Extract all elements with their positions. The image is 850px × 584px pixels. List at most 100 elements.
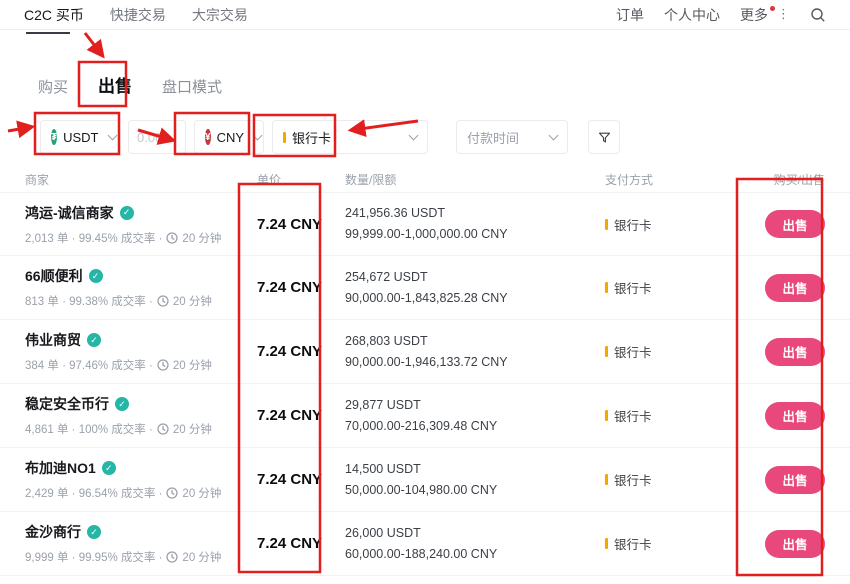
payment-method-label: 银行卡 [614,278,652,297]
verified-badge-icon: ✓ [115,397,129,411]
nav-left: C2C 买币 快捷交易 大宗交易 [24,5,248,25]
merchant-link[interactable]: 66顺便利 ✓ [25,266,245,286]
merchant-name: 伟业商贸 [25,330,81,350]
merchant-cell: 稳定安全币行 ✓ 4,861 单 · 100% 成交率 · 20 分钟 [25,394,245,437]
col-header-amount-limit: 数量/限额 [345,171,605,188]
unit-price: 7.24 CNY [245,343,345,360]
available-amount: 26,000 USDT [345,523,605,544]
merchant-name: 66顺便利 [25,266,83,286]
nav-item-block-trade[interactable]: 大宗交易 [192,5,248,25]
payment-method-select[interactable]: 银行卡 [272,120,428,154]
col-header-payment: 支付方式 [605,171,745,188]
tab-buy[interactable]: 购买 [38,76,68,97]
clock-icon [157,423,169,435]
payment-color-bar-icon [605,346,608,357]
c2c-trading-page: C2C 买币 快捷交易 大宗交易 订单 个人中心 更多 ⋮ 购买 出售 盘口模式… [0,0,850,584]
nav-item-more[interactable]: 更多 ⋮ [740,5,790,25]
crypto-select[interactable]: ₮ USDT [40,120,120,154]
nav-item-profile[interactable]: 个人中心 [664,5,720,25]
merchant-orders-rate: 384 单 · 97.46% 成交率 · [25,357,153,373]
table-header-row: 商家 单价 数量/限额 支付方式 购买/出售 [0,166,850,192]
merchant-release-time: 20 分钟 [173,421,212,437]
amount-limit-cell: 29,877 USDT 70,000.00-216,309.48 CNY [345,395,605,436]
merchant-stats: 813 单 · 99.38% 成交率 · 20 分钟 [25,293,245,309]
payment-method-label: 银行卡 [614,470,652,489]
sell-button[interactable]: 出售 [765,466,825,494]
verified-badge-icon: ✓ [89,269,103,283]
merchant-name: 鸿运-诚信商家 [25,203,114,223]
clock-icon [166,487,178,499]
sell-button[interactable]: 出售 [765,274,825,302]
payment-method-cell: 银行卡 [605,278,745,297]
chevron-down-icon [549,131,559,141]
action-cell: 出售 [745,210,825,238]
verified-badge-icon: ✓ [87,333,101,347]
payment-method-cell: 银行卡 [605,534,745,553]
table-row: 66顺便利 ✓ 813 单 · 99.38% 成交率 · 20 分钟 7.24 … [0,256,850,320]
amount-input-wrap [128,120,186,154]
merchant-release-time: 20 分钟 [182,549,221,565]
usdt-coin-icon: ₮ [51,129,57,145]
unit-price: 7.24 CNY [245,407,345,424]
tab-sell[interactable]: 出售 [98,72,132,97]
table-row: 金沙商行 ✓ 9,999 单 · 99.95% 成交率 · 20 分钟 7.24… [0,512,850,576]
action-cell: 出售 [745,530,825,558]
payment-color-bar-icon [605,474,608,485]
nav-item-express-trade[interactable]: 快捷交易 [110,5,166,25]
merchant-link[interactable]: 布加迪NO1 ✓ [25,458,245,478]
cny-coin-icon: ¥ [205,129,211,145]
advanced-filter-button[interactable] [588,120,620,154]
table-row: 鸿运-诚信商家 ✓ 2,013 单 · 99.45% 成交率 · 20 分钟 7… [0,192,850,256]
nav-item-c2c-buy[interactable]: C2C 买币 [24,5,84,25]
filter-bar: ₮ USDT ¥ CNY 银行卡 付款时间 [0,120,850,154]
table-row: 伟业商贸 ✓ 384 单 · 97.46% 成交率 · 20 分钟 7.24 C… [0,320,850,384]
merchant-orders-rate: 2,429 单 · 96.54% 成交率 · [25,485,162,501]
amount-limit-cell: 254,672 USDT 90,000.00-1,843,825.28 CNY [345,267,605,308]
col-header-price: 单价 [245,171,345,188]
payment-color-bar-icon [605,410,608,421]
sell-button[interactable]: 出售 [765,530,825,558]
merchant-orders-rate: 4,861 单 · 100% 成交率 · [25,421,153,437]
merchant-cell: 金沙商行 ✓ 9,999 单 · 99.95% 成交率 · 20 分钟 [25,522,245,565]
nav-item-orders[interactable]: 订单 [616,5,644,25]
fiat-select-value: CNY [217,130,244,145]
merchant-release-time: 20 分钟 [173,357,212,373]
amount-input[interactable] [137,130,177,145]
sell-button[interactable]: 出售 [765,338,825,366]
vertical-ellipsis-icon: ⋮ [777,5,790,23]
order-limit: 90,000.00-1,946,133.72 CNY [345,352,605,373]
nav-right: 订单 个人中心 更多 ⋮ [616,5,826,25]
payment-color-bar-icon [605,219,608,230]
merchant-link[interactable]: 稳定安全币行 ✓ [25,394,245,414]
merchant-stats: 2,429 单 · 96.54% 成交率 · 20 分钟 [25,485,245,501]
order-limit: 50,000.00-104,980.00 CNY [345,480,605,501]
verified-badge-icon: ✓ [120,206,134,220]
chevron-down-icon [409,131,419,141]
available-amount: 254,672 USDT [345,267,605,288]
fiat-select[interactable]: ¥ CNY [194,120,264,154]
unit-price: 7.24 CNY [245,216,345,233]
available-amount: 241,956.36 USDT [345,203,605,224]
merchant-orders-rate: 813 单 · 99.38% 成交率 · [25,293,153,309]
sell-button[interactable]: 出售 [765,402,825,430]
sell-button[interactable]: 出售 [765,210,825,238]
amount-limit-cell: 241,956.36 USDT 99,999.00-1,000,000.00 C… [345,203,605,244]
merchant-cell: 布加迪NO1 ✓ 2,429 单 · 96.54% 成交率 · 20 分钟 [25,458,245,501]
payment-method-label: 银行卡 [614,342,652,361]
pay-time-select-value: 付款时间 [467,128,519,147]
col-header-merchant: 商家 [25,171,245,188]
merchant-link[interactable]: 金沙商行 ✓ [25,522,245,542]
merchant-link[interactable]: 鸿运-诚信商家 ✓ [25,203,245,223]
payment-method-label: 银行卡 [614,534,652,553]
col-header-buy-sell: 购买/出售 [745,171,825,188]
search-icon[interactable] [810,7,826,23]
merchant-stats: 4,861 单 · 100% 成交率 · 20 分钟 [25,421,245,437]
pay-time-select[interactable]: 付款时间 [456,120,568,154]
merchant-orders-rate: 2,013 单 · 99.45% 成交率 · [25,230,162,246]
available-amount: 29,877 USDT [345,395,605,416]
offers-table: 商家 单价 数量/限额 支付方式 购买/出售 鸿运-诚信商家 ✓ 2,013 单… [0,166,850,576]
merchant-link[interactable]: 伟业商贸 ✓ [25,330,245,350]
tab-orderbook-mode[interactable]: 盘口模式 [162,76,222,97]
chevron-down-icon [107,131,117,141]
action-cell: 出售 [745,338,825,366]
